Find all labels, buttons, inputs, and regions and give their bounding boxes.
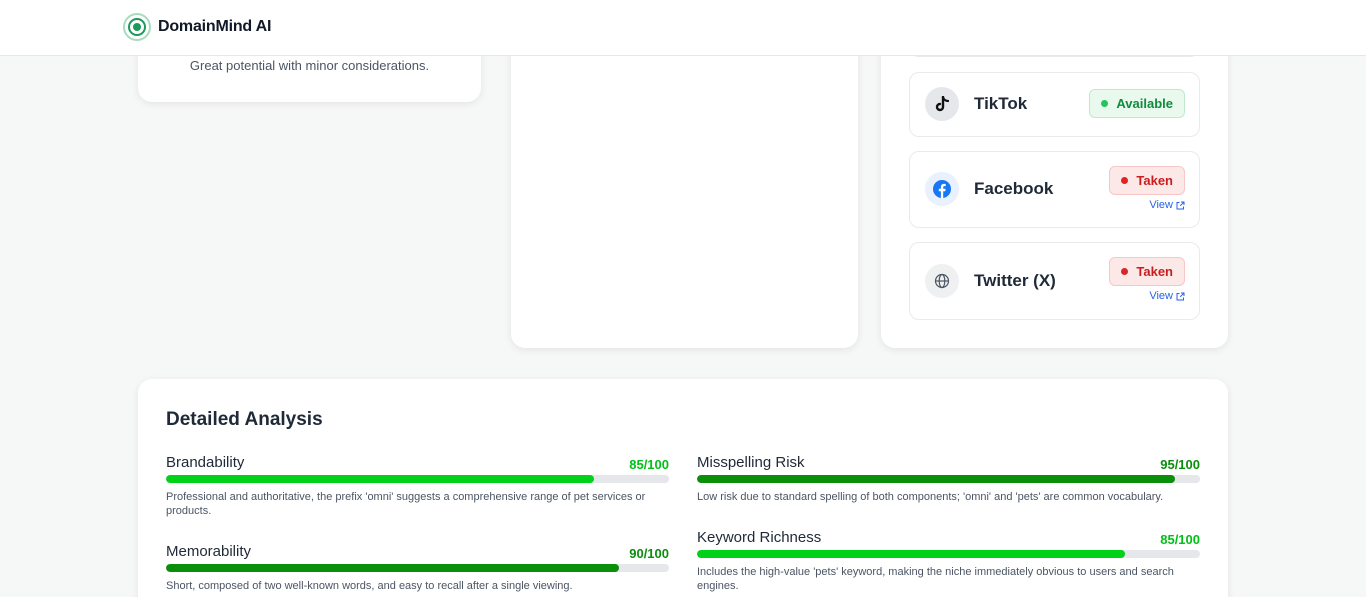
metric-description: Includes the high-value 'pets' keyword, … [697, 566, 1174, 592]
metric-name: Memorability [166, 543, 252, 560]
facebook-icon [925, 172, 959, 206]
social-name: Facebook [974, 179, 1054, 198]
metric-bar [166, 564, 669, 572]
metric-name: Brandability [166, 454, 245, 471]
social-availability-card: TikTok Available Facebook Taken View Twi… [881, 0, 1228, 348]
metric-score: 95/100 [1160, 457, 1200, 472]
metric-score: 85/100 [1160, 532, 1200, 547]
tiktok-icon [925, 87, 959, 121]
logo-icon [123, 13, 151, 41]
middle-card [511, 20, 858, 348]
status-badge: Taken [1109, 257, 1185, 286]
view-link[interactable]: View [1149, 199, 1185, 211]
social-name: Twitter (X) [974, 271, 1056, 290]
social-row-facebook: Facebook Taken View [909, 151, 1200, 228]
metric-description: Short, composed of two well-known words,… [166, 580, 573, 592]
section-title: Detailed Analysis [166, 409, 323, 430]
metric-bar [166, 475, 669, 483]
metric-description: Low risk due to standard spelling of bot… [697, 491, 1164, 503]
verdict-text: Great potential with minor consideration… [189, 58, 430, 73]
metric-bar [697, 550, 1200, 558]
social-name: TikTok [974, 94, 1028, 113]
metric-description: Professional and authoritative, the pref… [166, 491, 646, 517]
top-header: DomainMind AI [0, 0, 1366, 56]
detailed-analysis-card: Detailed Analysis Brandability 85/100 Pr… [138, 379, 1228, 597]
metric-name: Keyword Richness [697, 529, 822, 546]
view-link[interactable]: View [1149, 290, 1185, 302]
social-row-twitter: Twitter (X) Taken View [909, 242, 1200, 320]
external-link-icon [1176, 201, 1185, 209]
globe-icon [925, 264, 959, 298]
brand-logo[interactable]: DomainMind AI [123, 13, 271, 41]
social-row-tiktok: TikTok Available [909, 72, 1200, 137]
status-badge: Taken [1109, 166, 1185, 195]
metric-score: 85/100 [629, 457, 669, 472]
metric-bar [697, 475, 1200, 483]
metric-score: 90/100 [629, 546, 669, 561]
metric-name: Misspelling Risk [697, 454, 805, 471]
brand-name: DomainMind AI [158, 18, 272, 35]
external-link-icon [1176, 292, 1185, 300]
status-badge: Available [1089, 89, 1185, 118]
